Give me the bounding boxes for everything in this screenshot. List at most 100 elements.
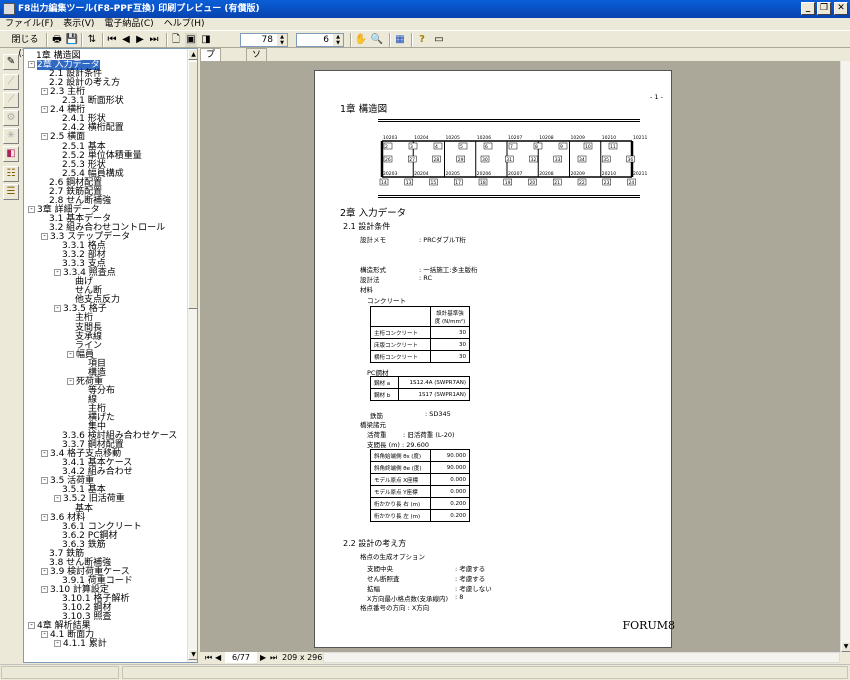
node-label: 10209 (571, 135, 585, 141)
collapse-icon[interactable]: - (41, 513, 48, 521)
tab-preview[interactable]: プレビュー (200, 48, 222, 108)
first-page-icon[interactable]: ⏮ (106, 33, 118, 47)
two-page-icon[interactable]: ◨ (200, 33, 212, 47)
option-value: : 考慮しない (455, 585, 492, 593)
option-value: : 考慮する (455, 575, 486, 583)
scroll-down-button[interactable]: ▼ (188, 649, 197, 660)
tree-item-label: 3.5.2 旧活荷重 (63, 494, 125, 505)
element-label: 30 (482, 157, 488, 163)
collapse-icon[interactable]: - (41, 88, 48, 96)
menu-view[interactable]: 表示(V) (63, 18, 94, 30)
scroll-up-button[interactable]: ▲ (188, 49, 197, 60)
row-label: モデル原点 X座標 (370, 473, 431, 486)
element-label: 31 (506, 157, 512, 163)
tree-item[interactable]: -4.1.1 累計 (54, 640, 107, 649)
tree-collapse-icon[interactable]: ☰ (3, 184, 19, 200)
disabled-tool-icon: ⟋ (3, 74, 19, 90)
fit-page-icon[interactable]: ▣ (185, 33, 197, 47)
row-value: 1S17 (SWPR1AN) (398, 388, 470, 401)
preview-vertical-scrollbar[interactable]: ▼ (840, 61, 850, 652)
single-page-icon[interactable]: 🗋 (170, 33, 182, 47)
collapse-icon[interactable]: - (54, 640, 61, 648)
print-icon[interactable]: 🖶 (50, 33, 64, 47)
collapse-icon[interactable]: - (67, 377, 74, 385)
prev-page-icon[interactable]: ◀ (215, 652, 221, 663)
hand-tool-icon[interactable]: ✋ (354, 33, 368, 47)
collapse-icon[interactable]: - (54, 305, 61, 313)
tab-source[interactable]: ソース (246, 48, 268, 84)
next-page-icon[interactable]: ▶ (134, 33, 146, 47)
collapse-icon[interactable]: - (28, 622, 35, 630)
collapse-icon[interactable]: - (54, 495, 61, 503)
element-label: 2 (385, 144, 388, 150)
page-count-spinbox[interactable]: 6 ▲ ▼ (296, 33, 344, 47)
horizontal-scrollbar[interactable] (323, 652, 840, 663)
page-input[interactable]: 6/77 (225, 652, 257, 663)
color-icon[interactable]: ◧ (3, 146, 19, 162)
side-toolbar: ✎ ⟋ ⟋ ⚙ ✳ ◧ ☷ ☰ (0, 48, 22, 663)
element-label: 32 (531, 157, 537, 163)
next-page-icon[interactable]: ▶ (260, 652, 266, 663)
chapter-1-heading: 1章 構造図 (340, 104, 388, 115)
tree-expand-icon[interactable]: ☷ (3, 166, 19, 182)
collapse-icon[interactable]: - (41, 106, 48, 114)
magnifier-icon[interactable]: 🔍 (370, 33, 384, 47)
row-label: 斜角終端側 θe (度) (370, 461, 431, 474)
zoom-spinbox[interactable]: 78 ▲ ▼ (240, 33, 288, 47)
collapse-icon[interactable]: - (41, 631, 48, 639)
option-label: 拡幅 (367, 585, 380, 593)
menu-file[interactable]: ファイル(F) (5, 18, 53, 30)
table-row: モデル原点 X座標 0.000 (370, 473, 470, 486)
collapse-icon[interactable]: - (28, 205, 35, 213)
node-direction: 格点番号の方向 : X方向 (360, 604, 430, 612)
collapse-icon[interactable]: - (41, 585, 48, 593)
collapse-icon[interactable]: - (67, 350, 74, 358)
row-label: 主桁コンクリート (370, 326, 431, 339)
menu-bar: ファイル(F) 表示(V) 電子納品(C) ヘルプ(H) (0, 18, 850, 30)
close-window-button[interactable]: ✕ (834, 2, 848, 15)
about-icon[interactable]: ▭ (432, 33, 446, 47)
collapse-icon[interactable]: - (41, 233, 48, 240)
prev-page-icon[interactable]: ◀ (120, 33, 132, 47)
node-label: 10204 (414, 135, 428, 141)
collapse-icon[interactable]: - (41, 567, 48, 575)
close-preview-button[interactable]: 閉じる(X) (6, 33, 44, 59)
restore-button[interactable]: ❐ (817, 2, 831, 15)
preview-area[interactable]: - 1 - 1章 構造図 10203 20203 10204 20204 10205 20… (200, 61, 840, 652)
app-icon (3, 3, 15, 15)
collapse-icon[interactable]: - (28, 61, 35, 69)
table-row: 鋼材 b 1S17 (SWPR1AN) (370, 388, 470, 401)
collapse-icon[interactable]: - (41, 477, 48, 485)
menu-electronic-delivery[interactable]: 電子納品(C) (104, 18, 153, 30)
help-icon[interactable]: ? (416, 33, 428, 47)
row-value: 0.200 (430, 509, 470, 522)
element-label: 20 (530, 180, 536, 186)
minimize-button[interactable]: _ (801, 2, 815, 15)
live-load-value: : 旧活荷重 (L-20) (403, 431, 455, 439)
settings-icon[interactable]: ▦ (394, 33, 406, 47)
status-panel (1, 666, 119, 679)
scroll-thumb[interactable] (188, 61, 197, 309)
collapse-icon[interactable]: - (41, 450, 48, 458)
memo-value: : PRCダブルT桁 (419, 236, 466, 244)
collapse-icon[interactable]: - (41, 133, 48, 141)
status-panel (122, 666, 848, 679)
window-title: F8出力編集ツール(F8-PPF互換) 印刷プレビュー (有償版) (18, 4, 260, 14)
edit-pen-icon[interactable]: ✎ (3, 54, 19, 70)
tree-scrollbar[interactable]: ▲ ▼ (187, 49, 197, 662)
structure-diagram: 1020320203102042020410205202051020620206… (379, 135, 647, 186)
last-page-icon[interactable]: ⏭ (148, 33, 160, 47)
export-icon[interactable]: ⇅ (85, 33, 99, 47)
save-icon[interactable]: 💾 (65, 33, 79, 47)
element-label: 8 (535, 144, 538, 150)
collapse-icon[interactable]: - (54, 269, 61, 277)
element-label: 22 (579, 180, 585, 186)
node-label: 10210 (602, 135, 616, 141)
menu-help[interactable]: ヘルプ(H) (164, 18, 205, 30)
scroll-down-button[interactable]: ▼ (841, 641, 850, 652)
first-page-icon[interactable]: ⏮ (205, 652, 212, 663)
last-page-icon[interactable]: ⏭ (270, 652, 277, 663)
contents-tree[interactable]: 1章 構造図 -2章 入力データ 2.1 設計条件 2.2 設計の考え方 -2.3 主桁… (23, 48, 198, 663)
node-label: 10208 (539, 135, 553, 141)
preview-page: - 1 - 1章 構造図 10203 20203 10204 20204 10205 20… (314, 70, 675, 648)
